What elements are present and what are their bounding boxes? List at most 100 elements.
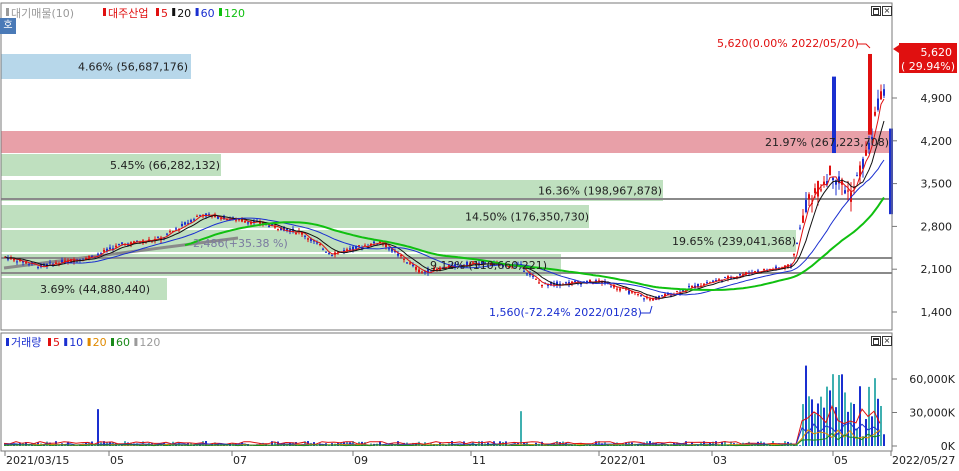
candle-body: [400, 255, 402, 257]
date-tick-label: 05: [110, 454, 124, 467]
date-tick-label: 03: [713, 454, 727, 467]
candle-body: [649, 299, 651, 301]
date-tick-label: 2022/01: [600, 454, 646, 467]
date-tick-label: 07: [233, 454, 247, 467]
last-price-change: ( 29.94%): [901, 60, 955, 73]
candle-body: [565, 282, 567, 284]
candle-body: [307, 238, 309, 240]
volume-bar: [844, 392, 846, 446]
chart-canvas[interactable]: 4.66% (56,687,176) 21.97% (267,223,708) 5.…: [0, 0, 959, 468]
supply-band-label: 16.36% (198,967,878): [538, 185, 662, 198]
volume-bar: [829, 390, 831, 446]
candle-body: [358, 245, 360, 247]
supply-band-label: 4.66% (56,687,176): [78, 61, 188, 74]
price-pane-close-button[interactable]: ×: [882, 6, 892, 16]
supply-band-label: 14.50% (176,350,730): [465, 211, 589, 224]
legend-label[interactable]: 120: [139, 336, 160, 349]
side-tab-button[interactable]: 호: [0, 18, 16, 34]
candle-body: [175, 228, 177, 230]
candle-body: [808, 194, 810, 200]
legend-label[interactable]: 60: [116, 336, 130, 349]
candle-body: [328, 253, 330, 255]
last-price-value: 5,620: [921, 46, 953, 59]
volume-pane-close-button[interactable]: ×: [882, 336, 892, 346]
low-arrow: [641, 305, 653, 314]
volume-bar: [97, 409, 99, 446]
candle-body: [847, 190, 849, 192]
candle-body: [712, 280, 714, 282]
stock-chart[interactable]: 4.66% (56,687,176) 21.97% (267,223,708) 5.…: [0, 0, 959, 468]
legend-label[interactable]: 120: [224, 7, 245, 20]
candle-body: [802, 215, 804, 223]
volume-bar: [865, 419, 867, 446]
volume-bars: [4, 365, 885, 446]
candle-body: [409, 262, 411, 264]
candle-body: [88, 256, 90, 258]
candle-body: [643, 298, 645, 300]
supply-band-label: 5.45% (66,282,132): [110, 159, 220, 172]
candle-body: [25, 262, 27, 264]
date-tick-label: 11: [472, 454, 486, 467]
candle-body: [637, 293, 639, 295]
legend-label[interactable]: 60: [201, 7, 215, 20]
legend-label[interactable]: 20: [93, 336, 107, 349]
price-tick-label: 4,900: [921, 92, 953, 105]
candle-body: [193, 219, 195, 221]
legend-swatch: [87, 338, 91, 346]
candle-body: [28, 263, 30, 265]
supply-band-label: 9.12% (110,660,221): [430, 259, 547, 272]
candle-body: [775, 266, 777, 269]
legend-label[interactable]: 대기매물(10): [11, 7, 74, 20]
candle-body: [883, 89, 885, 96]
candle-body: [739, 273, 741, 276]
volume-tick-label: 0K: [941, 440, 956, 453]
candle-body: [157, 237, 159, 239]
volume-bar: [811, 399, 813, 446]
volume-bar: [838, 374, 840, 446]
price-tick-label: 4,200: [921, 135, 953, 148]
legend-label[interactable]: 10: [69, 336, 83, 349]
legend-swatch: [219, 8, 222, 16]
candle-body: [208, 213, 210, 215]
trend-annotation: 2,486(+35.38 %): [193, 237, 288, 250]
candle-body: [799, 227, 801, 229]
candle-body: [880, 91, 882, 100]
candle-body: [118, 243, 120, 245]
candle-body: [706, 282, 708, 284]
volume-pane-maximize-button[interactable]: [871, 336, 881, 346]
candle-body: [526, 273, 528, 275]
low-annotation: 1,560(-72.24% 2022/01/28): [489, 306, 642, 319]
high-annotation: 5,620(0.00% 2022/05/20): [717, 37, 859, 50]
legend-swatch: [64, 338, 68, 346]
legend-label[interactable]: 5: [161, 7, 168, 20]
candle-body: [247, 222, 249, 224]
candle-body: [295, 232, 297, 234]
volume-tick-label: 60,000K: [909, 373, 955, 386]
candle-body: [49, 262, 51, 264]
high-arrow: [858, 43, 871, 49]
volume-bar: [853, 403, 855, 446]
legend-swatch: [111, 338, 114, 346]
candle-body: [688, 286, 690, 288]
price-pane-maximize-button[interactable]: [871, 6, 881, 16]
candle-body: [373, 241, 375, 244]
legend-swatch: [156, 8, 159, 16]
candle-body: [121, 242, 123, 244]
candle-body: [403, 258, 405, 260]
candle-body: [100, 252, 102, 254]
candle-body: [574, 280, 576, 282]
legend-label[interactable]: 5: [53, 336, 60, 349]
candle-body: [115, 245, 117, 248]
date-tick-label: 2022/05/27: [892, 454, 955, 467]
candle-body: [220, 218, 222, 220]
legend-label[interactable]: 20: [177, 7, 191, 20]
candle-body: [241, 219, 243, 222]
candle-body: [415, 266, 417, 270]
legend-swatch: [6, 338, 9, 346]
legend-label[interactable]: 대주산업: [108, 7, 148, 20]
date-tick-label: 2021/03/15: [6, 454, 69, 467]
candle-body: [325, 251, 327, 253]
candle-body: [97, 253, 99, 255]
legend-label[interactable]: 거래량: [11, 336, 41, 349]
candle-body: [844, 190, 846, 194]
